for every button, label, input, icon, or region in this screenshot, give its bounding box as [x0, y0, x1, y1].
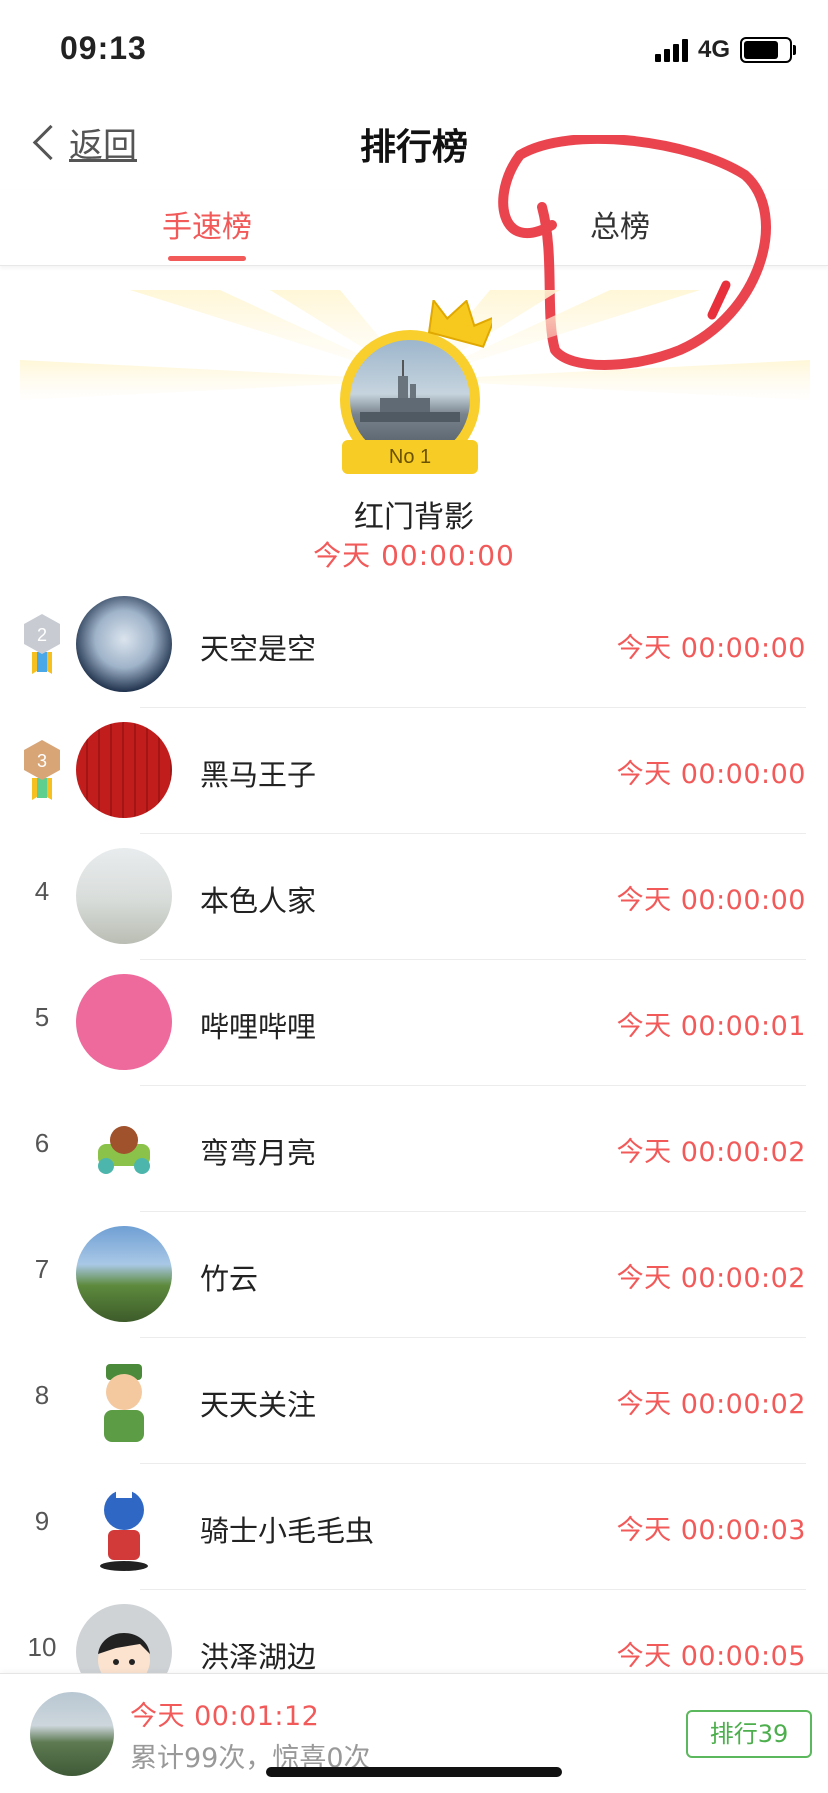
user-name: 天天关注 — [200, 1388, 317, 1422]
record-time: 今天 00:00:00 — [616, 885, 806, 916]
cartoon-soldier-image — [104, 1364, 144, 1442]
silver-medal-icon: 2 — [24, 614, 60, 674]
active-tab-indicator — [168, 256, 246, 261]
record-time: 今天 00:00:02 — [616, 1389, 806, 1420]
record-time: 今天 00:00:00 — [616, 759, 806, 790]
champion-section: No 1 红门背影 今天 00:00:00 — [0, 290, 828, 580]
status-bar: 09:13 4G — [0, 0, 828, 100]
rank-number: 8 — [34, 1380, 50, 1410]
rank-number: 4 — [34, 876, 50, 906]
user-name: 弯弯月亮 — [200, 1136, 317, 1170]
champion-time: 今天 00:00:00 — [313, 539, 515, 572]
record-time: 今天 00:00:01 — [616, 1011, 806, 1042]
tab-speed-ranking[interactable]: 手速榜 — [162, 202, 252, 246]
medal-rank: 3 — [37, 751, 47, 771]
crown-icon — [428, 300, 492, 348]
avatar[interactable] — [76, 974, 172, 1070]
record-time: 今天 00:00:03 — [616, 1515, 806, 1546]
user-name: 黑马王子 — [200, 758, 317, 792]
status-time: 09:13 — [60, 30, 147, 66]
network-label: 4G — [697, 36, 730, 63]
bronze-medal-icon: 3 — [24, 740, 60, 800]
list-item[interactable]: 8 天天关注 今天 00:00:02 — [0, 1338, 828, 1464]
list-item[interactable]: 6 弯弯月亮 今天 00:00:02 — [0, 1086, 828, 1212]
user-name: 哔哩哔哩 — [200, 1010, 317, 1044]
record-time: 今天 00:00:05 — [616, 1641, 806, 1672]
signal-icon — [654, 38, 688, 62]
avatar[interactable] — [76, 848, 172, 944]
list-item[interactable]: 4 本色人家 今天 00:00:00 — [0, 834, 828, 960]
list-item[interactable]: 2 天空是空 今天 00:00:00 — [0, 582, 828, 708]
list-item[interactable]: 9 骑士小毛毛虫 今天 00:00:03 — [0, 1464, 828, 1590]
my-rank-button[interactable]: 排行39 — [686, 1710, 812, 1758]
avatar[interactable] — [76, 1352, 172, 1448]
avatar[interactable] — [76, 1478, 172, 1574]
avatar[interactable] — [76, 596, 172, 692]
ranking-list: 2 天空是空 今天 00:00:00 3 黑马王子 今天 00:00:00 4 … — [0, 582, 828, 1716]
rank-number: 10 — [27, 1632, 57, 1662]
my-record-time: 今天 00:01:12 — [130, 1701, 320, 1732]
battery-fill — [744, 41, 778, 59]
champion-name: 红门背影 — [354, 500, 474, 535]
rank-number: 9 — [34, 1506, 50, 1536]
avatar[interactable] — [76, 722, 172, 818]
rank-number: 6 — [34, 1128, 50, 1158]
toy-car-image — [98, 1126, 150, 1174]
user-name: 竹云 — [200, 1262, 259, 1296]
medal-rank: 2 — [37, 625, 47, 645]
no1-ribbon: No 1 — [342, 440, 478, 474]
list-item[interactable]: 5 哔哩哔哩 今天 00:00:01 — [0, 960, 828, 1086]
user-name: 天空是空 — [200, 632, 317, 666]
user-name: 骑士小毛毛虫 — [200, 1514, 375, 1548]
rank-number: 5 — [34, 1002, 50, 1032]
user-name: 洪泽湖边 — [200, 1640, 317, 1674]
avatar[interactable] — [76, 1100, 172, 1196]
list-item[interactable]: 7 竹云 今天 00:00:02 — [0, 1212, 828, 1338]
battery-icon — [740, 37, 796, 63]
record-time: 今天 00:00:02 — [616, 1263, 806, 1294]
home-indicator[interactable] — [266, 1767, 562, 1777]
user-name: 本色人家 — [200, 884, 317, 918]
avatar[interactable] — [76, 1226, 172, 1322]
status-indicators: 4G — [654, 36, 796, 64]
record-time: 今天 00:00:00 — [616, 633, 806, 664]
rank-number: 7 — [34, 1254, 50, 1284]
my-avatar[interactable] — [30, 1692, 114, 1776]
captain-figure-image — [100, 1490, 148, 1571]
record-time: 今天 00:00:02 — [616, 1137, 806, 1168]
list-item[interactable]: 3 黑马王子 今天 00:00:00 — [0, 708, 828, 834]
